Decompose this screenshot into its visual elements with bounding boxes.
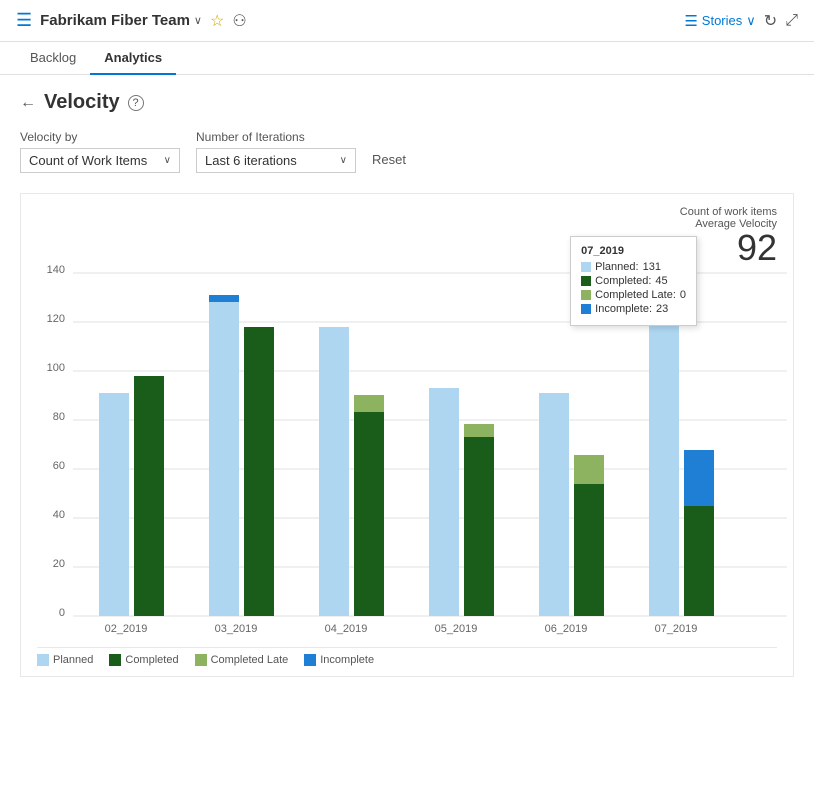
svg-text:07_2019: 07_2019 [655, 623, 698, 635]
page-header: ← Velocity ? [20, 91, 794, 114]
app-icon: ☰ [16, 10, 32, 31]
team-members-icon[interactable]: ⚇ [232, 11, 246, 31]
team-chevron-icon[interactable]: ∨ [194, 14, 202, 27]
legend-incomplete-color [304, 654, 316, 666]
iterations-label: Number of Iterations [196, 130, 356, 144]
team-name: Fabrikam Fiber Team [40, 12, 190, 29]
legend-incomplete: Incomplete [304, 654, 374, 666]
legend-completed-label: Completed [125, 654, 178, 666]
expand-button[interactable]: ⤢ [785, 12, 798, 30]
app-header: ☰ Fabrikam Fiber Team ∨ ☆ ⚇ ☰ Stories ∨ … [0, 0, 814, 42]
header-right-actions: ☰ Stories ∨ ↻ ⤢ [684, 11, 798, 31]
velocity-by-label: Velocity by [20, 130, 180, 144]
svg-text:05_2019: 05_2019 [435, 623, 478, 635]
stories-chevron-icon: ∨ [746, 13, 756, 29]
svg-text:100: 100 [47, 362, 65, 374]
bar-completed-0 [134, 376, 164, 616]
bar-completed-5 [684, 506, 714, 616]
help-icon[interactable]: ? [128, 95, 144, 111]
legend-completed-color [109, 654, 121, 666]
legend-completedlate-label: Completed Late [211, 654, 289, 666]
back-button[interactable]: ← [20, 94, 36, 112]
svg-text:06_2019: 06_2019 [545, 623, 588, 635]
iterations-value: Last 6 iterations [205, 153, 297, 168]
bar-planned-1 [209, 300, 239, 616]
bar-planned-4 [539, 393, 569, 616]
reset-button[interactable]: Reset [372, 148, 406, 171]
legend-planned-label: Planned [53, 654, 93, 666]
legend-completedlate-color [195, 654, 207, 666]
velocity-by-filter: Velocity by Count of Work Items ∨ [20, 130, 180, 173]
bar-completed-3 [464, 437, 494, 616]
bar-completedlate-3 [464, 424, 494, 437]
iterations-select[interactable]: Last 6 iterations ∨ [196, 148, 356, 173]
iterations-chevron-icon: ∨ [340, 155, 347, 166]
legend-planned: Planned [37, 654, 93, 666]
bar-completed-4 [574, 484, 604, 616]
stories-button[interactable]: ☰ Stories ∨ [684, 12, 755, 30]
legend-completed-late: Completed Late [195, 654, 289, 666]
nav-tabs: Backlog Analytics [0, 42, 814, 75]
svg-text:20: 20 [53, 558, 65, 570]
bar-planned-3 [429, 388, 459, 616]
svg-text:40: 40 [53, 509, 65, 521]
stories-icon: ☰ [684, 12, 697, 30]
favorite-icon[interactable]: ☆ [210, 11, 224, 31]
legend-completed: Completed [109, 654, 178, 666]
bar-completed-2 [354, 412, 384, 616]
bar-extra-1 [209, 295, 239, 302]
stories-label: Stories [702, 13, 742, 28]
bar-chart: 0 20 40 60 80 100 120 140 [37, 216, 777, 639]
main-content: ← Velocity ? Velocity by Count of Work I… [0, 75, 814, 693]
chart-area: Count of work items Average Velocity 92 … [20, 193, 794, 677]
bar-incomplete-5 [684, 450, 714, 506]
bar-planned-5 [649, 295, 679, 616]
bar-completed-1 [244, 327, 274, 616]
svg-text:03_2019: 03_2019 [215, 623, 258, 635]
bar-planned-2 [319, 327, 349, 616]
chart-legend: Planned Completed Completed Late Incompl… [37, 647, 777, 666]
tab-backlog[interactable]: Backlog [16, 42, 90, 75]
filters-row: Velocity by Count of Work Items ∨ Number… [20, 130, 794, 173]
tab-analytics[interactable]: Analytics [90, 42, 176, 75]
legend-incomplete-label: Incomplete [320, 654, 374, 666]
bar-planned-0 [99, 393, 129, 616]
svg-text:140: 140 [47, 264, 65, 276]
iterations-filter: Number of Iterations Last 6 iterations ∨ [196, 130, 356, 173]
page-title: Velocity [44, 91, 120, 114]
svg-text:60: 60 [53, 460, 65, 472]
svg-text:80: 80 [53, 411, 65, 423]
svg-text:02_2019: 02_2019 [105, 623, 148, 635]
velocity-by-select[interactable]: Count of Work Items ∨ [20, 148, 180, 173]
svg-text:0: 0 [59, 607, 65, 619]
chart-svg: 0 20 40 60 80 100 120 140 [37, 216, 797, 636]
velocity-by-value: Count of Work Items [29, 153, 147, 168]
legend-planned-color [37, 654, 49, 666]
refresh-button[interactable]: ↻ [764, 11, 777, 31]
velocity-by-chevron-icon: ∨ [164, 155, 171, 166]
svg-text:120: 120 [47, 313, 65, 325]
bar-completedlate-2 [354, 395, 384, 412]
svg-text:04_2019: 04_2019 [325, 623, 368, 635]
bar-completedlate-4 [574, 455, 604, 484]
